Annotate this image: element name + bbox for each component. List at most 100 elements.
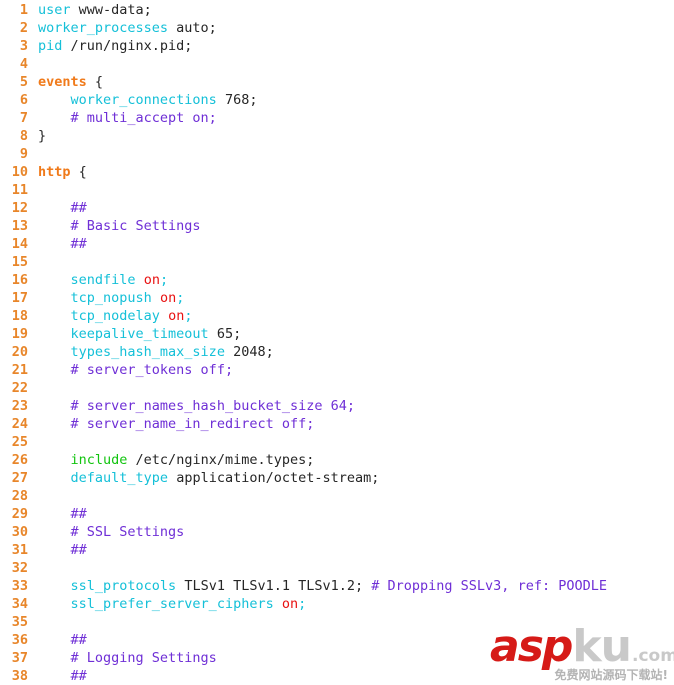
code-line[interactable]: 38 ## [0, 667, 674, 685]
code-token-directive: tcp_nopush [70, 290, 152, 306]
line-number: 21 [11, 362, 28, 378]
code-line[interactable]: 19 keepalive_timeout 65; [0, 325, 674, 343]
code-token-comment: # server_names_hash_bucket_size 64; [70, 398, 355, 414]
code-line[interactable]: 7 # multi_accept on; [0, 109, 674, 127]
code-token-comment: # Basic Settings [70, 218, 201, 234]
code-line[interactable]: 29 ## [0, 505, 674, 523]
line-number: 5 [19, 74, 28, 90]
code-line[interactable]: 15 [0, 253, 674, 271]
line-number: 31 [11, 542, 28, 558]
line-number: 23 [11, 398, 28, 414]
line-content: events { [28, 73, 674, 91]
line-number: 28 [11, 488, 28, 504]
line-number: 12 [11, 200, 28, 216]
code-token-bool: on [143, 272, 160, 288]
code-line[interactable]: 12 ## [0, 199, 674, 217]
code-line[interactable]: 36 ## [0, 631, 674, 649]
code-line[interactable]: 30 # SSL Settings [0, 523, 674, 541]
code-line[interactable]: 37 # Logging Settings [0, 649, 674, 667]
code-token-plain: { [70, 164, 87, 180]
line-content: ssl_prefer_server_ciphers on; [28, 595, 674, 613]
line-content: http { [28, 163, 674, 181]
line-number: 8 [19, 128, 28, 144]
code-line[interactable]: 26 include /etc/nginx/mime.types; [0, 451, 674, 469]
code-token-directive: default_type [70, 470, 169, 486]
code-line[interactable]: 22 [0, 379, 674, 397]
code-token-plain: 768; [216, 92, 258, 108]
line-number: 1 [19, 2, 28, 18]
line-number: 16 [11, 272, 28, 288]
code-token-include: include [70, 452, 128, 468]
code-line[interactable]: 35 [0, 613, 674, 631]
line-number: 34 [11, 596, 28, 612]
code-line-list: 1 user www-data; 2 worker_processes auto; 3 p… [0, 1, 674, 685]
line-number: 25 [11, 434, 28, 450]
code-line[interactable]: 2 worker_processes auto; [0, 19, 674, 37]
code-line[interactable]: 11 [0, 181, 674, 199]
code-line[interactable]: 1 user www-data; [0, 1, 674, 19]
code-line[interactable]: 34 ssl_prefer_server_ciphers on; [0, 595, 674, 613]
code-line[interactable]: 21 # server_tokens off; [0, 361, 674, 379]
code-line[interactable]: 18 tcp_nodelay on; [0, 307, 674, 325]
code-token-directive: types_hash_max_size [70, 344, 225, 360]
code-viewer[interactable]: 1 user www-data; 2 worker_processes auto; 3 p… [0, 0, 674, 685]
code-line[interactable]: 3 pid /run/nginx.pid; [0, 37, 674, 55]
line-content: user www-data; [28, 1, 674, 19]
code-line[interactable]: 6 worker_connections 768; [0, 91, 674, 109]
line-number: 6 [19, 92, 28, 108]
code-token-plain: TLSv1 TLSv1.1 TLSv1.2; [176, 578, 372, 594]
line-number: 18 [11, 308, 28, 324]
line-number: 32 [11, 560, 28, 576]
code-line[interactable]: 25 [0, 433, 674, 451]
line-content: # multi_accept on; [28, 109, 674, 127]
line-number: 7 [19, 110, 28, 126]
code-token-directive: sendfile [70, 272, 136, 288]
code-line[interactable]: 24 # server_name_in_redirect off; [0, 415, 674, 433]
code-line[interactable]: 20 types_hash_max_size 2048; [0, 343, 674, 361]
code-line[interactable]: 31 ## [0, 541, 674, 559]
line-number: 30 [11, 524, 28, 540]
code-line[interactable]: 13 # Basic Settings [0, 217, 674, 235]
code-line[interactable]: 27 default_type application/octet-stream… [0, 469, 674, 487]
code-line[interactable]: 28 [0, 487, 674, 505]
line-content: pid /run/nginx.pid; [28, 37, 674, 55]
code-line[interactable]: 9 [0, 145, 674, 163]
code-token-comment: ## [70, 236, 87, 252]
code-line[interactable]: 33 ssl_protocols TLSv1 TLSv1.1 TLSv1.2; … [0, 577, 674, 595]
code-line[interactable]: 8} [0, 127, 674, 145]
code-token-directive: worker_connections [70, 92, 217, 108]
line-content: sendfile on; [28, 271, 674, 289]
line-number: 22 [11, 380, 28, 396]
code-token-punct: ; [159, 272, 169, 288]
code-line[interactable]: 17 tcp_nopush on; [0, 289, 674, 307]
code-line[interactable]: 23 # server_names_hash_bucket_size 64; [0, 397, 674, 415]
line-number: 35 [11, 614, 28, 630]
code-line[interactable]: 4 [0, 55, 674, 73]
code-line[interactable]: 14 ## [0, 235, 674, 253]
code-token-plain: application/octet-stream; [168, 470, 380, 486]
line-content: ssl_protocols TLSv1 TLSv1.1 TLSv1.2; # D… [28, 577, 674, 595]
code-token-plain: /etc/nginx/mime.types; [127, 452, 315, 468]
code-token-directive: worker_processes [38, 20, 169, 36]
code-line[interactable]: 16 sendfile on; [0, 271, 674, 289]
code-token-punct: ; [184, 308, 193, 324]
code-line[interactable]: 32 [0, 559, 674, 577]
line-content: ## [28, 631, 674, 649]
line-number: 14 [11, 236, 28, 252]
line-number: 19 [11, 326, 28, 342]
line-content: ## [28, 505, 674, 523]
code-token-directive: tcp_nodelay [70, 308, 160, 324]
line-content: include /etc/nginx/mime.types; [28, 451, 674, 469]
code-line[interactable]: 5 events { [0, 73, 674, 91]
code-token-comment: ## [70, 506, 87, 522]
code-line[interactable]: 10 http { [0, 163, 674, 181]
